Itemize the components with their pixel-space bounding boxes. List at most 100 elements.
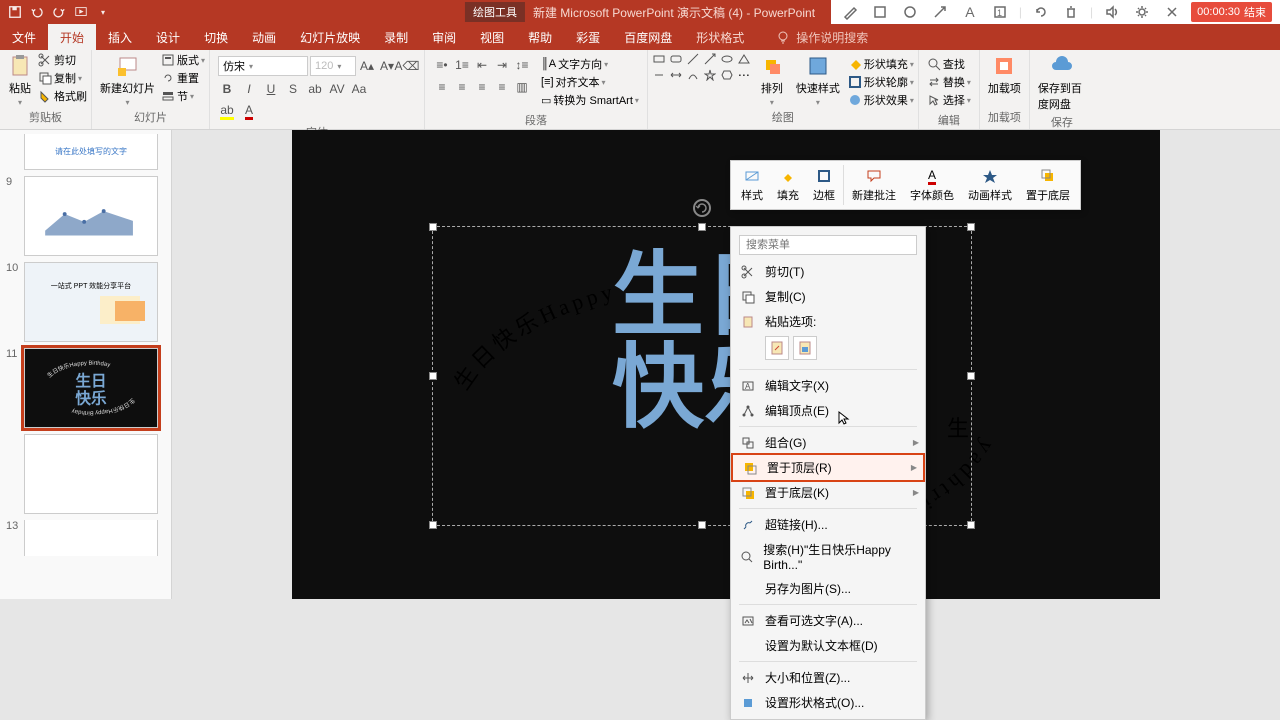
ctx-cut[interactable]: 剪切(T)	[731, 259, 925, 284]
mt-style[interactable]: 样式	[735, 165, 769, 205]
layout-button[interactable]: 版式▾	[161, 52, 205, 68]
handle-s[interactable]	[698, 521, 706, 529]
ctx-edit-points[interactable]: 编辑顶点(E)	[731, 398, 925, 423]
reset-button[interactable]: 重置	[161, 70, 205, 86]
bullets-icon[interactable]: ≡•	[433, 56, 451, 74]
find-button[interactable]: 查找	[927, 56, 965, 72]
tab-shape-format[interactable]: 形状格式	[684, 24, 756, 50]
section-button[interactable]: 节▾	[161, 88, 205, 104]
shape-darrow-icon[interactable]	[669, 68, 683, 82]
thumbnail-panel[interactable]: 请在此处填写的文字 9 10 一站式 PPT 效能分享平台 11 生日快乐生日快…	[0, 130, 172, 599]
paste-picture-icon[interactable]	[793, 336, 817, 360]
tab-record[interactable]: 录制	[372, 24, 420, 50]
tab-baidu[interactable]: 百度网盘	[612, 24, 684, 50]
slide-thumb-9[interactable]	[24, 176, 158, 256]
mt-fontcolor[interactable]: A字体颜色	[904, 165, 960, 205]
highlight-icon[interactable]: ab	[218, 102, 236, 120]
italic-icon[interactable]: I	[240, 80, 258, 98]
align-right-icon[interactable]: ≡	[473, 78, 491, 96]
shape-fill-button[interactable]: 形状填充▾	[848, 56, 914, 72]
bold-icon[interactable]: B	[218, 80, 236, 98]
tab-transitions[interactable]: 切换	[192, 24, 240, 50]
ctx-search-input[interactable]	[739, 235, 917, 255]
handle-ne[interactable]	[967, 223, 975, 231]
slide-area[interactable]: 生日 快乐 生日快乐Happy yadhtriB yppaH乐快日 生	[172, 130, 1280, 599]
arrow-icon[interactable]	[929, 2, 951, 22]
text-direction-button[interactable]: ║A文字方向▾	[541, 56, 639, 72]
redo-icon[interactable]	[50, 3, 68, 21]
tab-slideshow[interactable]: 幻灯片放映	[288, 24, 372, 50]
revert-icon[interactable]	[1030, 2, 1052, 22]
handle-se[interactable]	[967, 521, 975, 529]
shape-more-icon[interactable]: ⋯	[737, 68, 751, 82]
case-icon[interactable]: Aa	[350, 80, 368, 98]
font-size-combo[interactable]: 120▾	[310, 56, 356, 76]
ctx-group[interactable]: 组合(G)▶	[731, 430, 925, 455]
tab-animations[interactable]: 动画	[240, 24, 288, 50]
shape-tri-icon[interactable]	[737, 52, 751, 66]
rotation-handle-icon[interactable]	[693, 199, 711, 217]
handle-w[interactable]	[429, 372, 437, 380]
ctx-bring-front[interactable]: 置于顶层(R)▶	[731, 453, 925, 482]
shape-curve-icon[interactable]	[686, 68, 700, 82]
square-icon[interactable]	[869, 2, 891, 22]
indent-inc-icon[interactable]: ⇥	[493, 56, 511, 74]
ctx-paste-options[interactable]: 粘贴选项:	[731, 309, 925, 334]
save-icon[interactable]	[6, 3, 24, 21]
shape-outline-button[interactable]: 形状轮廓▾	[848, 74, 914, 90]
ctx-copy[interactable]: 复制(C)	[731, 284, 925, 309]
undo-icon[interactable]	[28, 3, 46, 21]
tab-help[interactable]: 帮助	[516, 24, 564, 50]
numbering-icon[interactable]: 1≡	[453, 56, 471, 74]
increase-font-icon[interactable]: A▴	[358, 57, 376, 75]
ctx-hyperlink[interactable]: 超链接(H)...	[731, 512, 925, 537]
align-text-button[interactable]: [≡]对齐文本▾	[541, 74, 639, 90]
number-icon[interactable]: 1	[989, 2, 1011, 22]
ctx-save-as-pic[interactable]: 另存为图片(S)...	[731, 576, 925, 601]
shape-effects-button[interactable]: 形状效果▾	[848, 92, 914, 108]
volume-icon[interactable]	[1101, 2, 1123, 22]
circle-icon[interactable]	[899, 2, 921, 22]
tab-view[interactable]: 视图	[468, 24, 516, 50]
shape-gallery[interactable]: ⋯	[652, 52, 752, 82]
shadow-icon[interactable]: ab	[306, 80, 324, 98]
mt-fill[interactable]: 填充	[771, 165, 805, 205]
paste-button[interactable]: 粘贴▾	[4, 52, 36, 109]
font-color-icon[interactable]: A	[240, 102, 258, 120]
cut-button[interactable]: 剪切	[38, 52, 87, 68]
shape-oval-icon[interactable]	[720, 52, 734, 66]
copy-button[interactable]: 复制▾	[38, 70, 87, 86]
arrange-button[interactable]: 排列▾	[756, 52, 788, 109]
slide-thumb-8[interactable]: 请在此处填写的文字	[24, 134, 158, 170]
close-icon[interactable]	[1161, 2, 1183, 22]
trash-icon[interactable]	[1060, 2, 1082, 22]
slide-thumb-13[interactable]	[24, 520, 158, 556]
ctx-send-back[interactable]: 置于底层(K)▶	[731, 480, 925, 505]
quick-styles-button[interactable]: 快速样式▾	[792, 52, 844, 109]
paste-keep-format-icon[interactable]	[765, 336, 789, 360]
replace-button[interactable]: 替换▾	[927, 74, 971, 90]
shape-hex-icon[interactable]	[720, 68, 734, 82]
format-painter-button[interactable]: 格式刷	[38, 88, 87, 104]
tell-me-search[interactable]: 操作说明搜索	[776, 24, 868, 50]
align-center-icon[interactable]: ≡	[453, 78, 471, 96]
shape-line-icon[interactable]	[686, 52, 700, 66]
mt-border[interactable]: 边框	[807, 165, 841, 205]
ctx-format-shape[interactable]: 设置形状格式(O)...	[731, 690, 925, 715]
ctx-alt-text[interactable]: 查看可选文字(A)...	[731, 608, 925, 633]
columns-icon[interactable]: ▥	[513, 78, 531, 96]
tab-caidan[interactable]: 彩蛋	[564, 24, 612, 50]
shape-rrect-icon[interactable]	[669, 52, 683, 66]
justify-icon[interactable]: ≡	[493, 78, 511, 96]
smartart-button[interactable]: ▭转换为 SmartArt▾	[541, 92, 639, 108]
indent-dec-icon[interactable]: ⇤	[473, 56, 491, 74]
pen-icon[interactable]	[839, 2, 861, 22]
shape-star-icon[interactable]	[703, 68, 717, 82]
slide-thumb-10[interactable]: 一站式 PPT 效能分享平台	[24, 262, 158, 342]
new-slide-button[interactable]: 新建幻灯片▾	[96, 52, 159, 109]
mt-sendback[interactable]: 置于底层	[1020, 165, 1076, 205]
align-left-icon[interactable]: ≡	[433, 78, 451, 96]
shape-arrow-icon[interactable]	[703, 52, 717, 66]
font-name-combo[interactable]: 仿宋▾	[218, 56, 308, 76]
qat-dropdown-icon[interactable]: ▾	[94, 3, 112, 21]
